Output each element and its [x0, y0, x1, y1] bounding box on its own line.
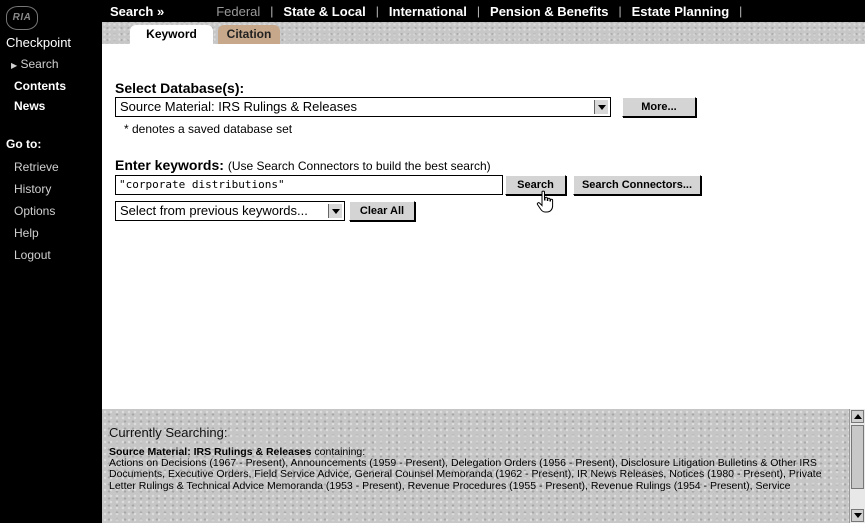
current-source: Source Material: IRS Rulings & Releases	[109, 446, 312, 458]
ria-logo: RIA	[6, 6, 38, 30]
previous-keywords-select[interactable]: Select from previous keywords...	[115, 201, 345, 221]
keywords-hint: (Use Search Connectors to build the best…	[227, 159, 491, 173]
sidebar-item-news[interactable]: News	[14, 99, 45, 113]
search-menu[interactable]: Search »	[102, 4, 164, 19]
sidebar-item-history[interactable]: History	[14, 182, 51, 196]
currently-searching-panel: Currently Searching: Source Material: IR…	[102, 409, 849, 523]
sidebar-item-label: Search	[20, 57, 59, 71]
divider: |	[375, 4, 379, 18]
sidebar: RIA Checkpoint ▶ Search Contents News Go…	[0, 0, 102, 523]
product-name: Checkpoint	[6, 35, 72, 50]
keyword-input[interactable]: "corporate distributions"	[115, 175, 503, 195]
divider: |	[476, 4, 481, 18]
sidebar-item-search[interactable]: ▶ Search	[11, 57, 59, 71]
saved-set-note: * denotes a saved database set	[124, 122, 293, 136]
currently-searching-text: Source Material: IRS Rulings & Releases …	[109, 446, 844, 492]
tab-bar: Keyword Citation	[102, 22, 865, 44]
divider: |	[270, 4, 274, 18]
scroll-thumb[interactable]	[851, 425, 864, 489]
sidebar-item-help[interactable]: Help	[14, 226, 39, 240]
previous-keywords-value: Select from previous keywords...	[120, 203, 308, 218]
info-scrollbar[interactable]	[849, 409, 865, 523]
containing-label: containing:	[314, 446, 366, 458]
scroll-up-arrow-icon[interactable]	[851, 410, 864, 423]
search-connectors-button[interactable]: Search Connectors...	[573, 175, 701, 195]
clear-all-button[interactable]: Clear All	[349, 201, 415, 221]
nav-estate-planning[interactable]: Estate Planning	[632, 4, 730, 19]
scroll-down-arrow-icon[interactable]	[851, 509, 864, 522]
divider: |	[739, 4, 743, 18]
sidebar-item-contents[interactable]: Contents	[14, 79, 66, 93]
top-navigation: Search » Federal | State & Local | Inter…	[102, 0, 865, 22]
select-database-label: Select Database(s):	[115, 80, 245, 96]
nav-international[interactable]: International	[389, 4, 467, 19]
hand-pointer-icon	[536, 190, 554, 213]
enter-keywords-label: Enter keywords: (Use Search Connectors t…	[115, 157, 491, 173]
nav-state-local[interactable]: State & Local	[283, 4, 365, 19]
tab-citation[interactable]: Citation	[218, 25, 280, 44]
tab-keyword[interactable]: Keyword	[130, 25, 213, 44]
chevron-down-icon[interactable]	[594, 100, 608, 114]
chevron-down-icon[interactable]	[328, 204, 342, 218]
nav-pension-benefits[interactable]: Pension & Benefits	[490, 4, 608, 19]
currently-searching-label: Currently Searching:	[109, 425, 228, 440]
sidebar-item-retrieve[interactable]: Retrieve	[14, 160, 59, 174]
sidebar-item-logout[interactable]: Logout	[14, 248, 51, 262]
nav-federal[interactable]: Federal	[216, 4, 260, 19]
sidebar-item-options[interactable]: Options	[14, 204, 55, 218]
more-button[interactable]: More...	[622, 97, 696, 117]
divider: |	[618, 4, 622, 18]
triangle-right-icon: ▶	[11, 61, 18, 70]
database-select-value: Source Material: IRS Rulings & Releases	[120, 99, 357, 114]
source-details: Actions on Decisions (1967 - Present), A…	[109, 457, 822, 492]
enter-keywords-title: Enter keywords:	[115, 157, 224, 173]
database-select[interactable]: Source Material: IRS Rulings & Releases	[115, 97, 611, 117]
goto-heading: Go to:	[6, 137, 42, 151]
